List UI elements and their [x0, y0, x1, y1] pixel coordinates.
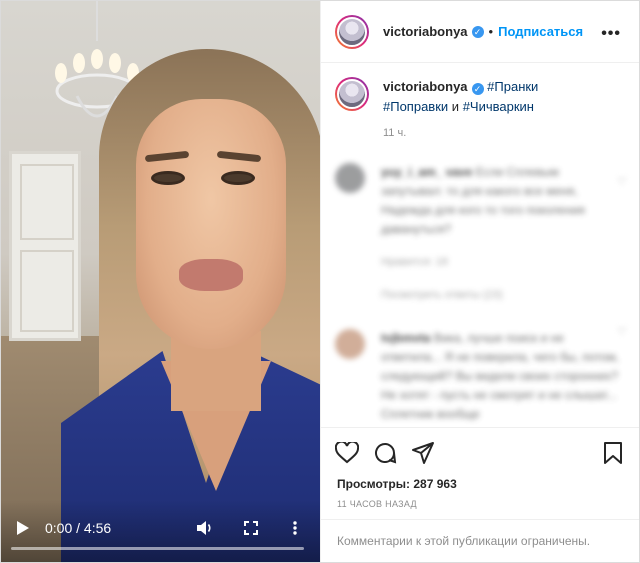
- caption-age: 11 ч.: [383, 127, 407, 139]
- woman: [61, 21, 320, 562]
- comment-like-icon[interactable]: ♡: [617, 325, 627, 338]
- comment-likes[interactable]: Нравится: 18: [381, 256, 448, 268]
- hashtag-link[interactable]: #Чичваркин: [463, 99, 534, 114]
- instagram-post: 0:00 / 4:56 victoriabonya ✓ • Подписатьс…: [0, 0, 640, 563]
- comment-avatar[interactable]: [335, 163, 365, 193]
- caption-avatar[interactable]: [335, 77, 369, 111]
- caption-username[interactable]: victoriabonya: [383, 79, 468, 94]
- post-header: victoriabonya ✓ • Подписаться •••: [321, 1, 639, 63]
- comment-icon[interactable]: [371, 439, 399, 467]
- follow-button[interactable]: Подписаться: [498, 24, 583, 39]
- video-progress-bar[interactable]: [11, 547, 304, 550]
- hashtag-link[interactable]: #Пранки: [487, 79, 538, 94]
- comment: tvjbmvta Вика, лучше поиск и не ответила…: [335, 329, 623, 424]
- verified-icon: ✓: [471, 83, 484, 95]
- header-username[interactable]: victoriabonya: [383, 24, 468, 39]
- caption-text: и: [451, 99, 460, 114]
- header-separator: •: [488, 24, 494, 39]
- fullscreen-icon[interactable]: [239, 518, 263, 538]
- comment-username[interactable]: yuy_i_am_ vave: [381, 165, 472, 179]
- verified-icon: ✓: [471, 25, 484, 38]
- play-icon[interactable]: [13, 518, 33, 538]
- comment: yuy_i_am_ vave Если Сплевым запутывал: т…: [335, 163, 623, 305]
- comments-limited-notice: Комментарии к этой публикации ограничены…: [337, 534, 591, 548]
- comments-area: victoriabonya ✓ #Пранки #Поправки и #Чичв…: [321, 63, 639, 427]
- views-label: Просмотры:: [337, 477, 411, 491]
- hashtag-link[interactable]: #Поправки: [383, 99, 448, 114]
- view-replies-link[interactable]: Посмотреть ответы (23): [381, 289, 503, 301]
- views-number: 287 963: [413, 477, 457, 491]
- more-options-icon[interactable]: •••: [601, 25, 621, 43]
- comment-avatar[interactable]: [335, 329, 365, 359]
- share-icon[interactable]: [409, 439, 437, 467]
- like-heart-icon[interactable]: [333, 439, 361, 467]
- video-controls: 0:00 / 4:56: [1, 500, 320, 562]
- video-player[interactable]: 0:00 / 4:56: [1, 1, 320, 562]
- action-bar: [321, 427, 639, 477]
- comment-like-icon[interactable]: ♡: [617, 175, 627, 188]
- bookmark-icon[interactable]: [599, 439, 627, 467]
- comment-username[interactable]: tvjbmvta: [381, 331, 430, 345]
- post-caption: victoriabonya ✓ #Пранки #Поправки и #Чичв…: [335, 77, 623, 117]
- avatar[interactable]: [335, 14, 369, 49]
- video-more-icon[interactable]: [285, 518, 305, 538]
- post-sidebar: victoriabonya ✓ • Подписаться ••• victor…: [320, 1, 639, 562]
- views-count[interactable]: Просмотры: 287 963: [321, 477, 639, 491]
- post-timestamp[interactable]: 11 часов назад: [321, 491, 639, 520]
- volume-icon[interactable]: [193, 518, 217, 538]
- video-time: 0:00 / 4:56: [45, 520, 112, 536]
